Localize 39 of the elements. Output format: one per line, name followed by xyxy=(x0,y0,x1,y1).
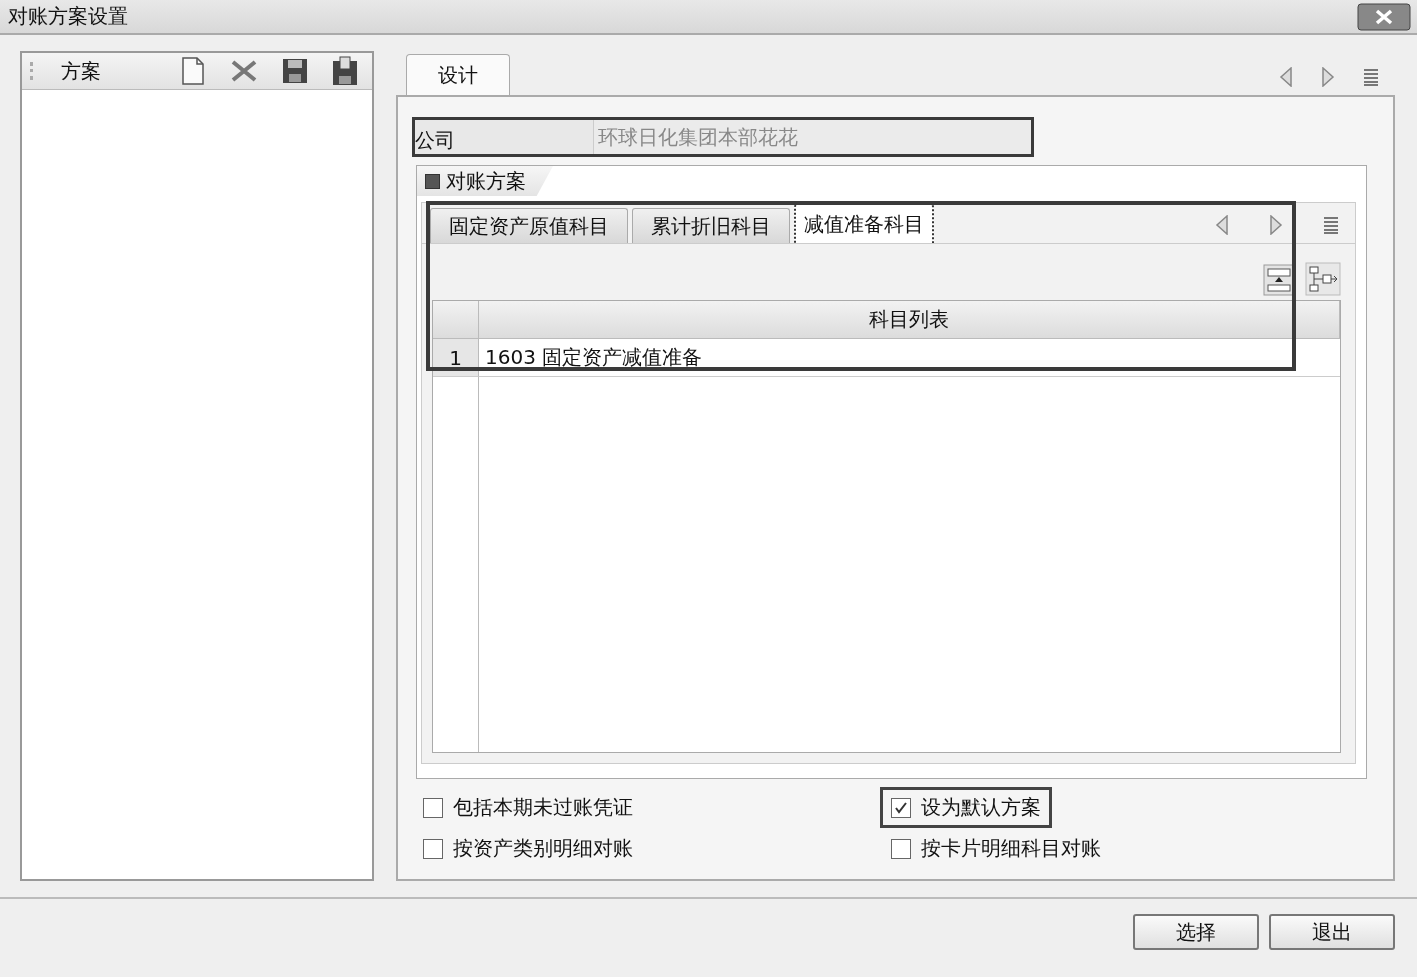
check-option[interactable]: 设为默认方案 xyxy=(880,787,1052,828)
group-title: 对账方案 xyxy=(446,167,526,195)
company-field[interactable]: 公司 环球日化集团本部花花 xyxy=(412,117,1034,157)
panel-title: 方案 xyxy=(61,57,102,85)
checkbox[interactable] xyxy=(891,797,911,818)
hierarchy-icon[interactable] xyxy=(1305,262,1341,296)
option-label: 按卡片明细科目对账 xyxy=(921,835,1101,862)
save-as-icon[interactable] xyxy=(332,56,358,86)
check-option[interactable]: 按卡片明细科目对账 xyxy=(880,828,1112,869)
account-tab[interactable]: 固定资产原值科目 xyxy=(430,208,628,243)
scroll-left-icon[interactable] xyxy=(1279,67,1293,87)
account-tab[interactable]: 减值准备科目 xyxy=(794,204,934,243)
scroll-left-icon[interactable] xyxy=(1215,215,1229,235)
dialog-button[interactable]: 选择 xyxy=(1133,914,1259,950)
save-icon[interactable] xyxy=(282,58,308,84)
window-title: 对账方案设置 xyxy=(8,3,128,30)
check-option[interactable]: 按资产类别明细对账 xyxy=(412,828,644,869)
tab-list-icon[interactable] xyxy=(1363,68,1379,86)
table-cell: 1603 固定资产减值准备 xyxy=(479,339,1340,377)
option-label: 按资产类别明细对账 xyxy=(453,835,633,862)
column-header[interactable]: 科目列表 xyxy=(479,301,1340,339)
scroll-right-icon[interactable] xyxy=(1269,215,1283,235)
dialog-button[interactable]: 退出 xyxy=(1269,914,1395,950)
new-file-icon[interactable] xyxy=(180,57,206,85)
square-icon xyxy=(425,173,440,189)
delete-icon[interactable] xyxy=(230,59,258,83)
option-label: 包括本期未过账凭证 xyxy=(453,794,633,821)
tab-list-icon[interactable] xyxy=(1323,216,1339,234)
check-option[interactable]: 包括本期未过账凭证 xyxy=(412,787,644,828)
close-icon[interactable] xyxy=(1357,2,1411,31)
account-tab[interactable]: 累计折旧科目 xyxy=(632,208,790,243)
design-tab[interactable]: 设计 xyxy=(406,54,510,95)
corner-cell xyxy=(433,301,479,339)
insert-row-icon[interactable] xyxy=(1263,264,1295,296)
scroll-right-icon[interactable] xyxy=(1321,67,1335,87)
option-label: 设为默认方案 xyxy=(921,794,1041,821)
checkbox[interactable] xyxy=(423,797,443,818)
checkbox[interactable] xyxy=(891,838,911,859)
checkbox[interactable] xyxy=(423,838,443,859)
